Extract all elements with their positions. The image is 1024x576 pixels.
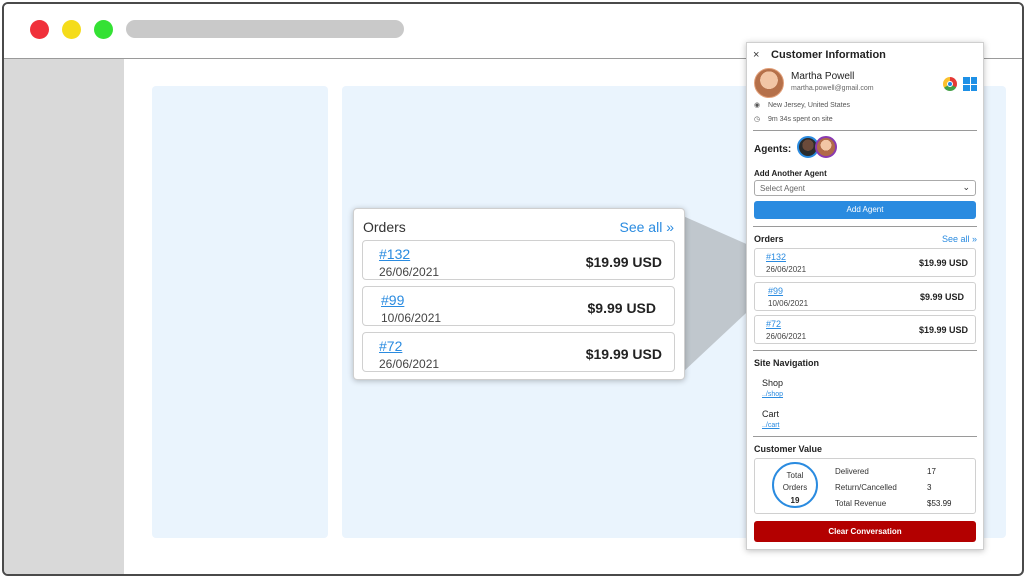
order-price: $9.99 USD [919,292,964,302]
order-date: 26/06/2021 [379,265,440,279]
order-id-link[interactable]: #99 [768,286,783,296]
customer-info-panel: × Customer Information Martha Powell mar… [746,42,984,550]
divider [753,436,977,437]
orders-see-all-link[interactable]: See all » [942,234,977,244]
divider [753,226,977,227]
clear-conversation-button[interactable]: Clear Conversation [754,521,976,542]
orders-zoom-title: Orders [363,219,406,235]
order-card[interactable]: #72 26/06/2021 $19.99 USD [362,332,675,372]
see-all-label: See all [619,219,663,235]
order-price: $19.99 USD [918,258,968,268]
select-agent-placeholder: Select Agent [760,184,805,193]
total-orders-circle: Total Orders 19 [772,462,818,508]
divider [753,130,977,131]
add-agent-label: Add Another Agent [754,169,827,178]
stat-label-revenue: Total Revenue [835,499,887,508]
double-chevron-right-icon: » [971,234,977,244]
time-on-site: 9m 34s spent on site [768,116,833,123]
location-pin-icon: ◉ [754,102,761,109]
nav-link-cart[interactable]: ../cart [762,422,780,429]
stat-label-returned: Return/Cancelled [835,483,897,492]
agent-avatar[interactable] [815,136,837,158]
orders-title: Orders [754,234,784,244]
order-card[interactable]: #132 26/06/2021 $19.99 USD [754,248,976,277]
customer-value-title: Customer Value [754,444,823,454]
clock-icon: ◷ [754,116,761,123]
stat-value-returned: 3 [927,483,932,492]
time-row: ◷ 9m 34s spent on site [754,115,833,123]
customer-location: New Jersey, United States [768,102,850,109]
divider [753,350,977,351]
customer-name: Martha Powell [791,71,855,82]
order-date: 26/06/2021 [766,332,807,341]
order-price: $19.99 USD [585,254,662,270]
order-card[interactable]: #132 26/06/2021 $19.99 USD [362,240,675,280]
stat-value-revenue: $53.99 [927,499,952,508]
total-orders-label-line2: Orders [782,483,808,492]
order-id-link[interactable]: #99 [381,292,404,308]
stat-label-delivered: Delivered [835,467,869,476]
order-id-link[interactable]: #72 [379,338,402,354]
chrome-icon [943,77,957,91]
order-card[interactable]: #99 10/06/2021 $9.99 USD [362,286,675,326]
customer-value-box: Total Orders 19 Delivered 17 Return/Canc… [754,458,976,514]
order-price: $19.99 USD [918,325,968,335]
order-date: 10/06/2021 [768,299,809,308]
windows-icon [963,77,977,91]
order-price: $19.99 USD [585,346,662,362]
orders-zoom-see-all-link[interactable]: See all » [620,219,675,235]
order-id-link[interactable]: #72 [766,319,781,329]
orders-zoom-callout: Orders See all » #132 26/06/2021 $19.99 … [353,208,685,380]
nav-link-shop[interactable]: ../shop [762,391,783,398]
order-card[interactable]: #72 26/06/2021 $19.99 USD [754,315,976,344]
stat-value-delivered: 17 [927,467,936,476]
panel-title: Customer Information [771,49,886,61]
order-date: 10/06/2021 [381,311,442,325]
add-agent-button[interactable]: Add Agent [754,201,976,219]
order-card[interactable]: #99 10/06/2021 $9.99 USD [754,282,976,311]
total-orders-label-line1: Total [786,471,804,480]
location-row: ◉ New Jersey, United States [754,101,850,109]
close-icon[interactable]: × [753,49,759,61]
nav-page-shop: Shop [762,378,784,388]
site-navigation-title: Site Navigation [754,358,820,368]
order-id-link[interactable]: #132 [766,252,786,262]
order-date: 26/06/2021 [766,265,807,274]
nav-page-cart: Cart [762,409,780,419]
agents-label: Agents: [754,144,792,155]
customer-email: martha.powell@gmail.com [791,85,874,92]
order-date: 26/06/2021 [379,357,440,371]
customer-avatar [754,68,784,98]
order-price: $9.99 USD [587,300,656,316]
see-all-label: See all [941,234,970,244]
select-agent-dropdown[interactable]: Select Agent ⌄ [754,180,976,196]
total-orders-value: 19 [790,496,800,505]
order-id-link[interactable]: #132 [379,246,410,262]
double-chevron-right-icon: » [666,219,674,235]
chevron-down-icon: ⌄ [962,182,970,192]
